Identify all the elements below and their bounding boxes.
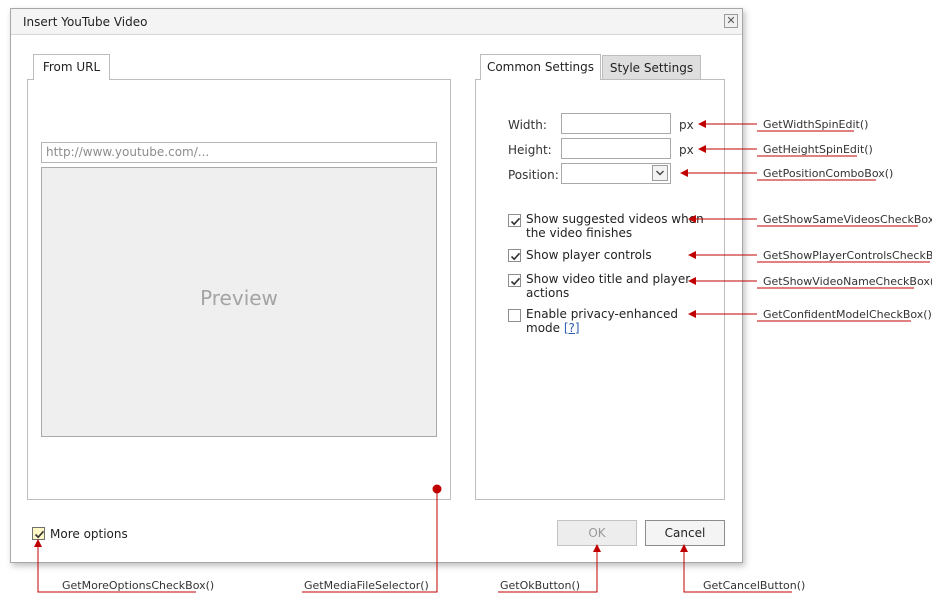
callout-width: GetWidthSpinEdit() — [763, 118, 869, 131]
callout-line-media-selector — [302, 493, 438, 593]
callout-lines — [34, 120, 930, 593]
tab-common-settings[interactable]: Common Settings — [480, 54, 601, 80]
callout-cancel: GetCancelButton() — [703, 579, 806, 592]
callout-media-selector: GetMediaFileSelector() — [304, 579, 429, 592]
callout-height: GetHeightSpinEdit() — [763, 143, 873, 156]
callout-controls: GetShowPlayerControlsCheckBox() — [763, 249, 932, 262]
tab-from-url-label: From URL — [42, 60, 101, 74]
callout-position: GetPositionComboBox() — [763, 167, 894, 180]
callout-title: GetShowVideoNameCheckBox() — [763, 275, 932, 288]
tab-common-settings-label: Common Settings — [486, 60, 595, 74]
callout-suggested: GetShowSameVideosCheckBox() — [763, 213, 932, 226]
callout-privacy: GetConfidentModelCheckBox() — [763, 308, 932, 321]
tab-from-url[interactable]: From URL — [33, 54, 110, 80]
callout-more-options: GetMoreOptionsCheckBox() — [62, 579, 215, 592]
media-selector-marker — [432, 484, 442, 494]
callout-ok: GetOkButton() — [500, 579, 581, 592]
